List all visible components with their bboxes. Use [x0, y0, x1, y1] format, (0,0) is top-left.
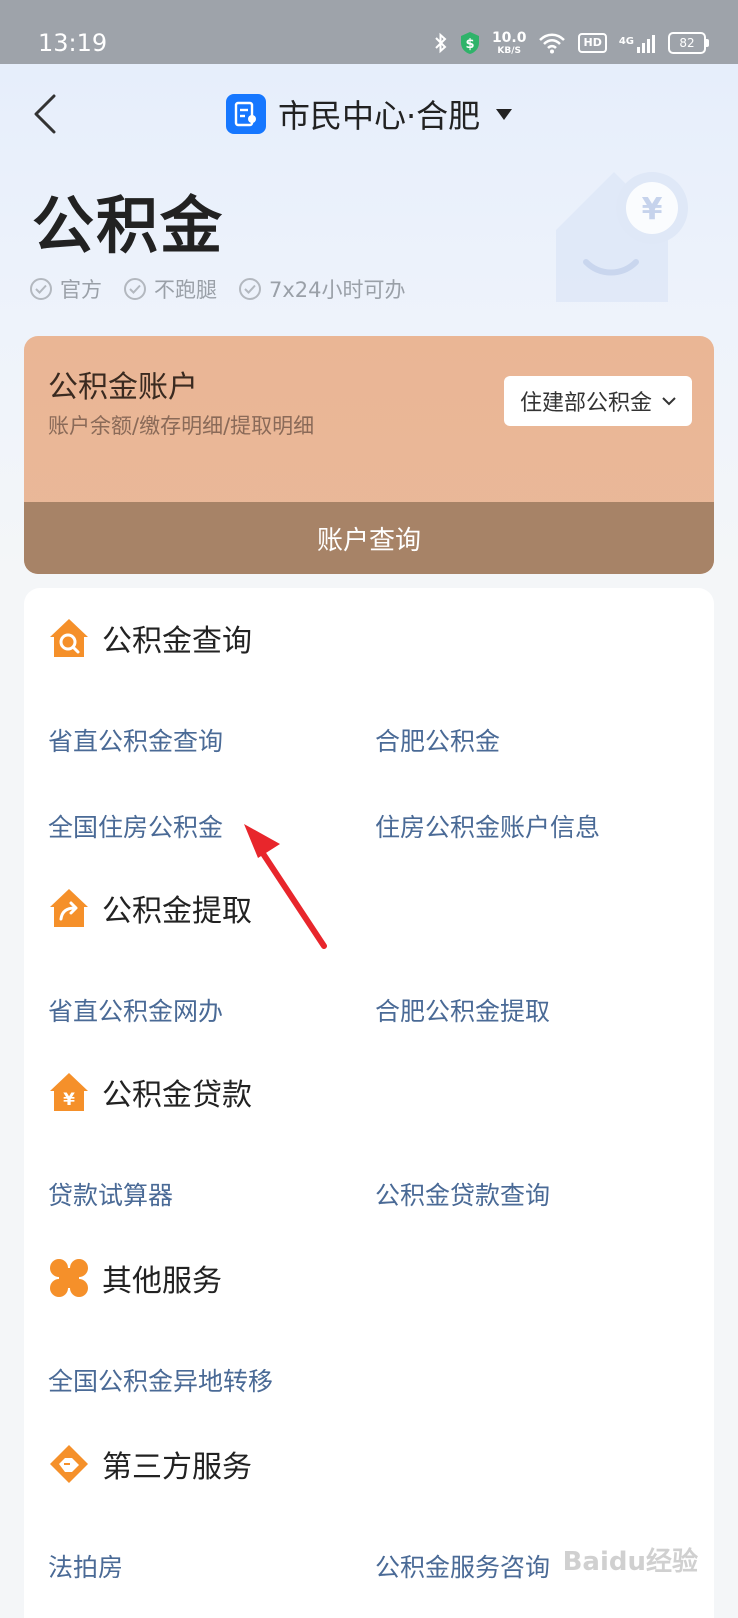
- house-yuan-illustration-icon: ¥: [556, 168, 696, 308]
- house-arrow-icon: [48, 887, 90, 929]
- network-speed: 10.0 KB/S: [491, 29, 527, 56]
- section-fund-loan: ¥ 公积金贷款 贷款试算器 公积金贷款查询: [48, 1068, 698, 1210]
- tag-24-7: 7x24小时可办: [239, 274, 406, 304]
- link-national-housing-fund[interactable]: 全国住房公积金: [48, 808, 223, 844]
- status-bar: 13:19 $ 10.0 KB/S HD 4G 82: [0, 0, 738, 64]
- tag-no-trip: 不跑腿: [124, 274, 217, 304]
- shield-dollar-icon: $: [460, 31, 480, 55]
- baidu-watermark: Baidu经验: [562, 1547, 698, 1577]
- services-panel: 公积金查询 省直公积金查询 合肥公积金 全国住房公积金 住房公积金账户信息 公积…: [24, 588, 714, 1618]
- city-selector[interactable]: 市民中心·合肥: [226, 92, 513, 136]
- bluetooth-icon: [434, 32, 448, 54]
- svg-text:$: $: [465, 37, 474, 52]
- feature-tags: 官方 不跑腿 7x24小时可办: [30, 274, 406, 304]
- back-arrow-icon: [34, 94, 56, 134]
- check-circle-icon: [30, 278, 52, 300]
- citizen-center-logo-icon: [226, 94, 266, 134]
- fund-source-select[interactable]: 住建部公积金: [503, 376, 692, 426]
- link-fund-consulting[interactable]: 公积金服务咨询: [375, 1548, 550, 1584]
- page-title: 公积金: [32, 189, 225, 262]
- house-search-icon: [48, 617, 90, 659]
- svg-text:¥: ¥: [63, 1090, 75, 1110]
- section-fund-withdrawal: 公积金提取 省直公积金网办 合肥公积金提取: [48, 884, 698, 1026]
- section-title: 公积金提取: [102, 894, 252, 929]
- hd-badge: HD: [578, 33, 607, 53]
- section-title: 其他服务: [102, 1264, 222, 1299]
- fund-account-card: 公积金账户 账户余额/缴存明细/提取明细 住建部公积金 账户查询: [24, 336, 714, 574]
- svg-text:¥: ¥: [642, 192, 663, 227]
- link-fund-account-info[interactable]: 住房公积金账户信息: [375, 808, 600, 844]
- wifi-icon: [538, 32, 566, 54]
- chevron-down-icon: [662, 397, 676, 406]
- status-time: 13:19: [38, 29, 108, 57]
- four-petal-icon: [48, 1257, 90, 1299]
- section-fund-query: 公积金查询 省直公积金查询 合肥公积金 全国住房公积金 住房公积金账户信息: [48, 614, 698, 842]
- section-title: 公积金查询: [102, 624, 252, 659]
- caret-down-icon: [496, 108, 513, 120]
- link-hefei-fund-withdrawal[interactable]: 合肥公积金提取: [375, 992, 550, 1028]
- tag-official: 官方: [30, 274, 102, 304]
- link-provincial-fund-online[interactable]: 省直公积金网办: [48, 992, 223, 1028]
- nav-title: 市民中心·合肥: [278, 97, 481, 135]
- link-fund-loan-query[interactable]: 公积金贷款查询: [375, 1176, 550, 1212]
- section-title: 公积金贷款: [102, 1078, 252, 1113]
- account-title: 公积金账户: [48, 370, 198, 405]
- account-query-button[interactable]: 账户查询: [24, 502, 714, 574]
- link-hefei-fund[interactable]: 合肥公积金: [375, 722, 500, 758]
- link-national-fund-transfer[interactable]: 全国公积金异地转移: [48, 1362, 273, 1398]
- account-subtitle: 账户余额/缴存明细/提取明细: [48, 414, 315, 438]
- signal-icon: 4G: [619, 32, 656, 54]
- link-loan-calculator[interactable]: 贷款试算器: [48, 1176, 173, 1212]
- red-arrow-annotation-icon: [236, 812, 336, 952]
- battery-indicator: 82: [668, 32, 709, 54]
- status-icons: $ 10.0 KB/S HD 4G 82: [434, 26, 709, 60]
- link-foreclosure-house[interactable]: 法拍房: [48, 1548, 123, 1584]
- handshake-icon: [48, 1443, 90, 1485]
- house-yuan-icon: ¥: [48, 1071, 90, 1113]
- section-third-party: 第三方服务 法拍房 公积金服务咨询: [48, 1440, 698, 1582]
- link-provincial-fund-query[interactable]: 省直公积金查询: [48, 722, 223, 758]
- check-circle-icon: [124, 278, 146, 300]
- section-other-services: 其他服务 全国公积金异地转移: [48, 1254, 698, 1396]
- back-button[interactable]: [22, 86, 70, 142]
- check-circle-icon: [239, 278, 261, 300]
- section-title: 第三方服务: [102, 1450, 252, 1485]
